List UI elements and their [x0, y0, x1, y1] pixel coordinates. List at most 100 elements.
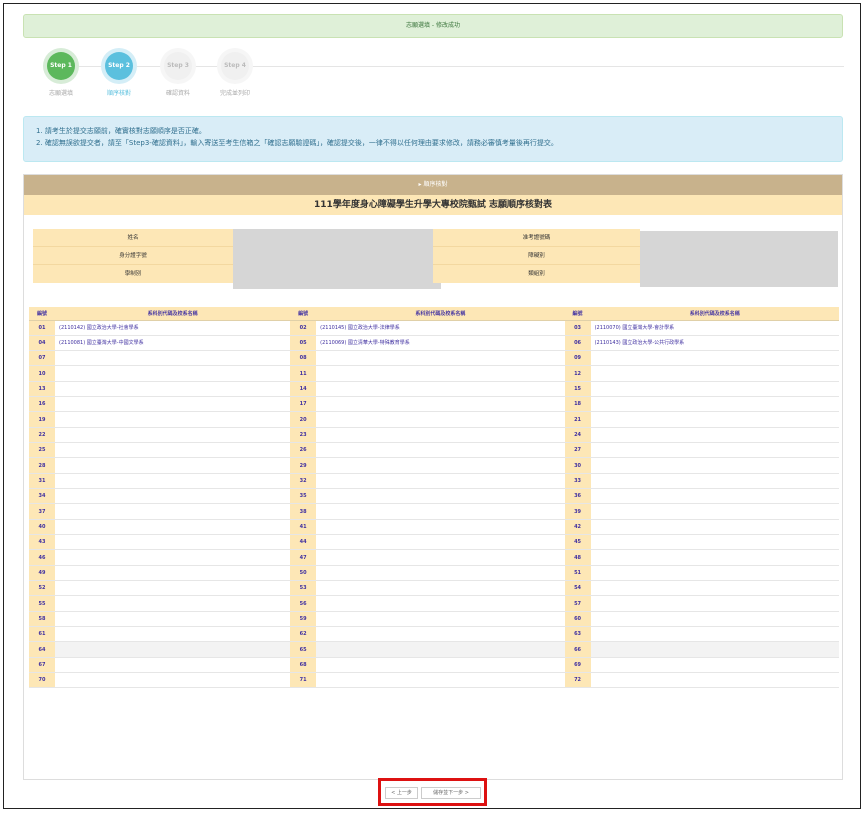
choice-number: 45 — [564, 534, 591, 551]
choice-dept-name — [55, 534, 291, 551]
table-row: 07 08 09 — [29, 350, 839, 367]
choice-dept-name — [55, 565, 291, 582]
choice-dept-name — [590, 534, 839, 551]
table-row: 34 35 36 — [29, 488, 839, 505]
choice-dept-name — [316, 641, 565, 658]
choice-number: 20 — [290, 411, 317, 428]
choice-number: 23 — [290, 427, 317, 444]
choice-dept-name — [316, 365, 565, 382]
choice-dept-name — [316, 657, 565, 674]
table-row: 31 32 33 — [29, 473, 839, 490]
applicant-info: 姓名 身分證字號 學制別 准考證號碼 障礙別 類組別 — [33, 229, 839, 291]
prev-step-button[interactable]: < 上一步 — [385, 787, 418, 799]
choice-dept-name — [316, 565, 565, 582]
choice-dept-name: (2110143) 國立政治大學-公共行政學系 — [590, 335, 839, 352]
choice-number: 38 — [290, 503, 317, 520]
choice-number: 12 — [564, 365, 591, 382]
choice-number: 25 — [29, 442, 55, 459]
choice-number: 66 — [564, 641, 591, 658]
choice-number: 61 — [29, 626, 55, 643]
choice-number: 57 — [564, 595, 591, 612]
step-1-badge: Step 1 — [47, 52, 75, 80]
choice-dept-name — [55, 611, 291, 628]
choice-number: 34 — [29, 488, 55, 505]
choice-number: 63 — [564, 626, 591, 643]
choice-dept-name — [55, 503, 291, 520]
notice-line-2: 2. 確認無誤欲提交者，請至「Step3-確認資料」，輸入寄送至考生信箱之「確認… — [36, 139, 558, 147]
table-row: 61 62 63 — [29, 626, 839, 643]
col-name-header: 系科別代碼及校系名稱 — [316, 307, 565, 321]
choice-dept-name — [55, 381, 291, 398]
choice-dept-name — [316, 503, 565, 520]
choice-number: 53 — [290, 580, 317, 597]
table-row: 70 71 72 — [29, 672, 839, 689]
table-header-row: 編號 系科別代碼及校系名稱 編號 系科別代碼及校系名稱 編號 系科別代碼及校系名… — [29, 307, 839, 321]
choice-dept-name — [316, 457, 565, 474]
step-3[interactable]: Step 3 確認資料 — [157, 52, 199, 97]
table-row: 16 17 18 — [29, 396, 839, 413]
choice-number: 30 — [564, 457, 591, 474]
col-no-header: 編號 — [29, 307, 55, 321]
choice-dept-name — [590, 657, 839, 674]
step-1[interactable]: Step 1 志願選填 — [40, 52, 82, 97]
choice-number: 17 — [290, 396, 317, 413]
notice-box: 1. 請考生於提交志願前，確實核對志願順序是否正確。 2. 確認無誤欲提交者，請… — [23, 116, 843, 162]
choice-number: 71 — [290, 672, 317, 689]
choice-dept-name — [316, 580, 565, 597]
choice-dept-name: (2110069) 國立清華大學-特殊教育學系 — [316, 335, 565, 352]
choice-number: 70 — [29, 672, 55, 689]
disability-label: 障礙別 — [433, 247, 640, 265]
choice-number: 46 — [29, 549, 55, 566]
table-row: 25 26 27 — [29, 442, 839, 459]
choice-dept-name — [316, 488, 565, 505]
id-no-label: 身分證字號 — [33, 247, 233, 265]
choice-dept-name — [55, 396, 291, 413]
choice-number: 72 — [564, 672, 591, 689]
choice-number: 51 — [564, 565, 591, 582]
choice-dept-name — [590, 427, 839, 444]
ticket-no-label: 准考證號碼 — [433, 229, 640, 247]
choice-dept-name — [55, 549, 291, 566]
choice-number: 58 — [29, 611, 55, 628]
choice-dept-name — [590, 503, 839, 520]
choice-dept-name — [590, 611, 839, 628]
step-2[interactable]: Step 2 順序核對 — [98, 52, 140, 97]
table-row: 01 (2110142) 國立政治大學-社會學系 02 (2110145) 國立政治大… — [29, 320, 839, 336]
table-row: 40 41 42 — [29, 519, 839, 536]
table-row: 64 65 66 — [29, 641, 839, 658]
step-4-label: 完成並列印 — [220, 90, 251, 97]
choice-dept-name — [55, 641, 291, 658]
choice-dept-name — [55, 473, 291, 490]
table-row: 67 68 69 — [29, 657, 839, 674]
choice-dept-name — [316, 595, 565, 612]
choice-dept-name — [590, 396, 839, 413]
choice-dept-name: (2110070) 國立臺灣大學-會計學系 — [590, 320, 839, 336]
save-and-next-button[interactable]: 儲存並下一步 > — [421, 787, 481, 799]
choice-number: 69 — [564, 657, 591, 674]
step-indicator: Step 1 志願選填 Step 2 順序核對 Step 3 確認資料 Step… — [34, 48, 854, 108]
choice-number: 31 — [29, 473, 55, 490]
choice-dept-name — [316, 626, 565, 643]
choice-number: 50 — [290, 565, 317, 582]
table-row: 58 59 60 — [29, 611, 839, 628]
choice-number: 04 — [29, 335, 55, 352]
choice-dept-name — [316, 442, 565, 459]
choice-number: 32 — [290, 473, 317, 490]
choice-number: 68 — [290, 657, 317, 674]
table-row: 37 38 39 — [29, 503, 839, 520]
choice-number: 64 — [29, 641, 55, 658]
choice-number: 24 — [564, 427, 591, 444]
table-row: 28 29 30 — [29, 457, 839, 474]
choice-dept-name — [316, 381, 565, 398]
table-row: 52 53 54 — [29, 580, 839, 597]
order-check-panel: ▸ 順序核對 111學年度身心障礙學生升學大專校院甄試 志願順序核對表 姓名 身… — [23, 174, 843, 780]
choice-dept-name — [590, 350, 839, 367]
step-4[interactable]: Step 4 完成並列印 — [214, 52, 256, 97]
choice-dept-name — [590, 641, 839, 658]
choice-dept-name — [590, 595, 839, 612]
redacted-ticket-value — [640, 231, 838, 287]
choice-number: 16 — [29, 396, 55, 413]
choice-number: 35 — [290, 488, 317, 505]
choice-dept-name — [590, 442, 839, 459]
choice-number: 09 — [564, 350, 591, 367]
